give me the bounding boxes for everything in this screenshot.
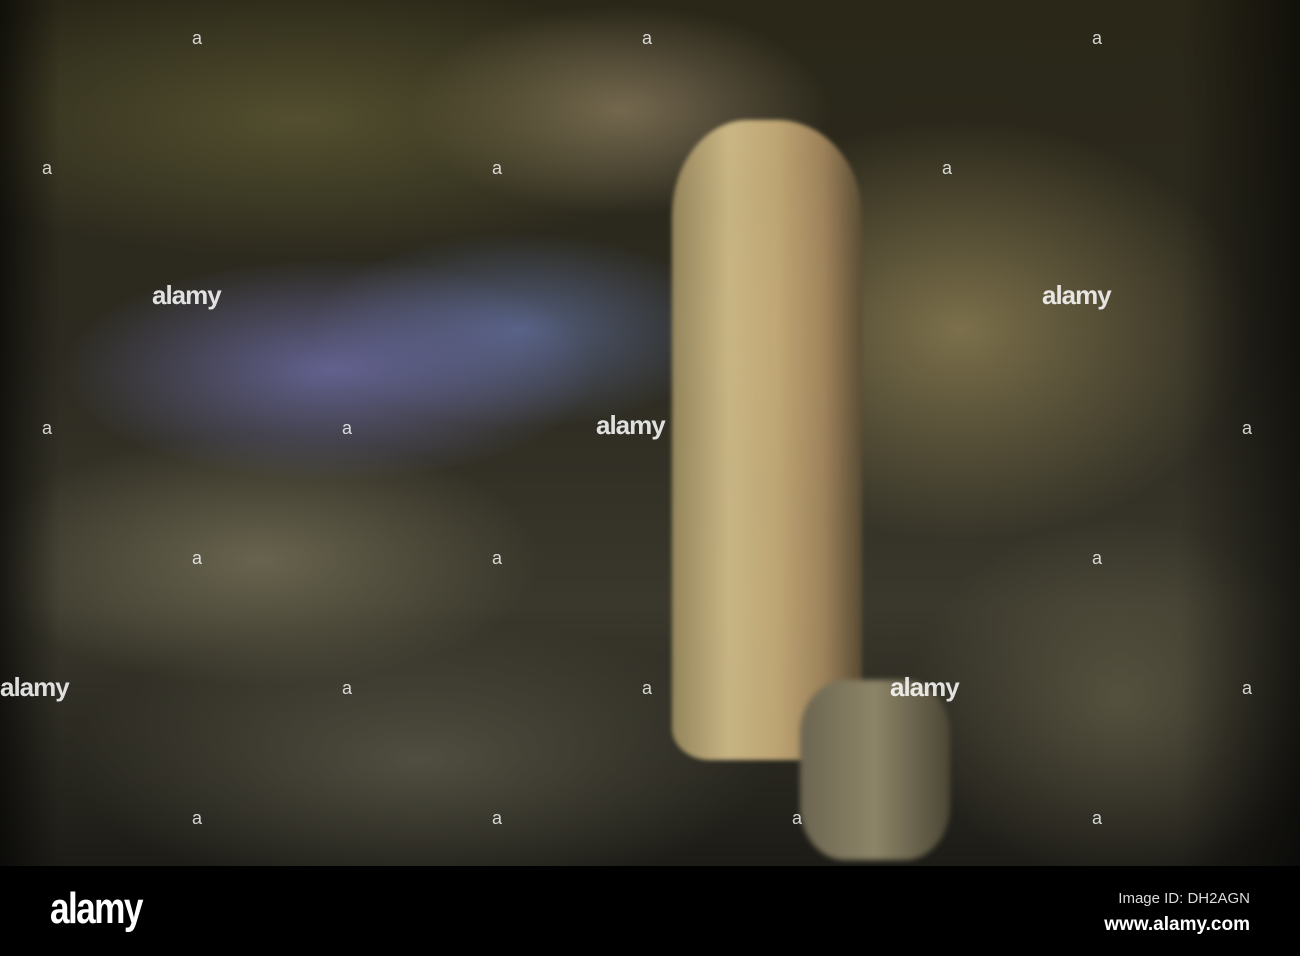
watermark-mark: a (942, 158, 953, 178)
watermark: alamy (890, 672, 960, 702)
watermark-mark: a (1242, 418, 1253, 438)
watermark-mark: a (192, 548, 203, 568)
watermark-mark: a (1092, 28, 1103, 48)
footer-bar: alamy Image ID: DH2AGN www.alamy.com (0, 866, 1300, 956)
watermark: alamy (596, 410, 666, 440)
watermark-mark: a (642, 28, 653, 48)
watermark-mark: a (492, 158, 503, 178)
site-url: www.alamy.com (1104, 914, 1250, 935)
watermark: alamy (1042, 280, 1112, 310)
watermark-mark: a (1092, 808, 1103, 828)
watermark-mark: a (42, 158, 53, 178)
watermark-mark: a (342, 678, 353, 698)
watermark-mark: a (192, 808, 203, 828)
right-shadow (1180, 0, 1300, 866)
watermark-mark: a (642, 678, 653, 698)
watermark-mark: a (42, 418, 53, 438)
cave-photo: alamy alamy alamy alamy alamy a a a a a … (0, 0, 1300, 866)
watermark-mark: a (192, 28, 203, 48)
watermark-mark: a (1242, 678, 1253, 698)
alamy-logo: alamy (50, 884, 143, 933)
stalagmite-column (672, 120, 862, 760)
watermark: alamy (0, 672, 70, 702)
watermark-mark: a (1092, 548, 1103, 568)
watermark-mark: a (492, 548, 503, 568)
image-id: Image ID: DH2AGN (1118, 890, 1250, 907)
watermark: alamy (152, 280, 222, 310)
watermark-mark: a (492, 808, 503, 828)
watermark-mark: a (342, 418, 353, 438)
column-base-rock (800, 680, 950, 860)
watermark-mark: a (792, 808, 803, 828)
